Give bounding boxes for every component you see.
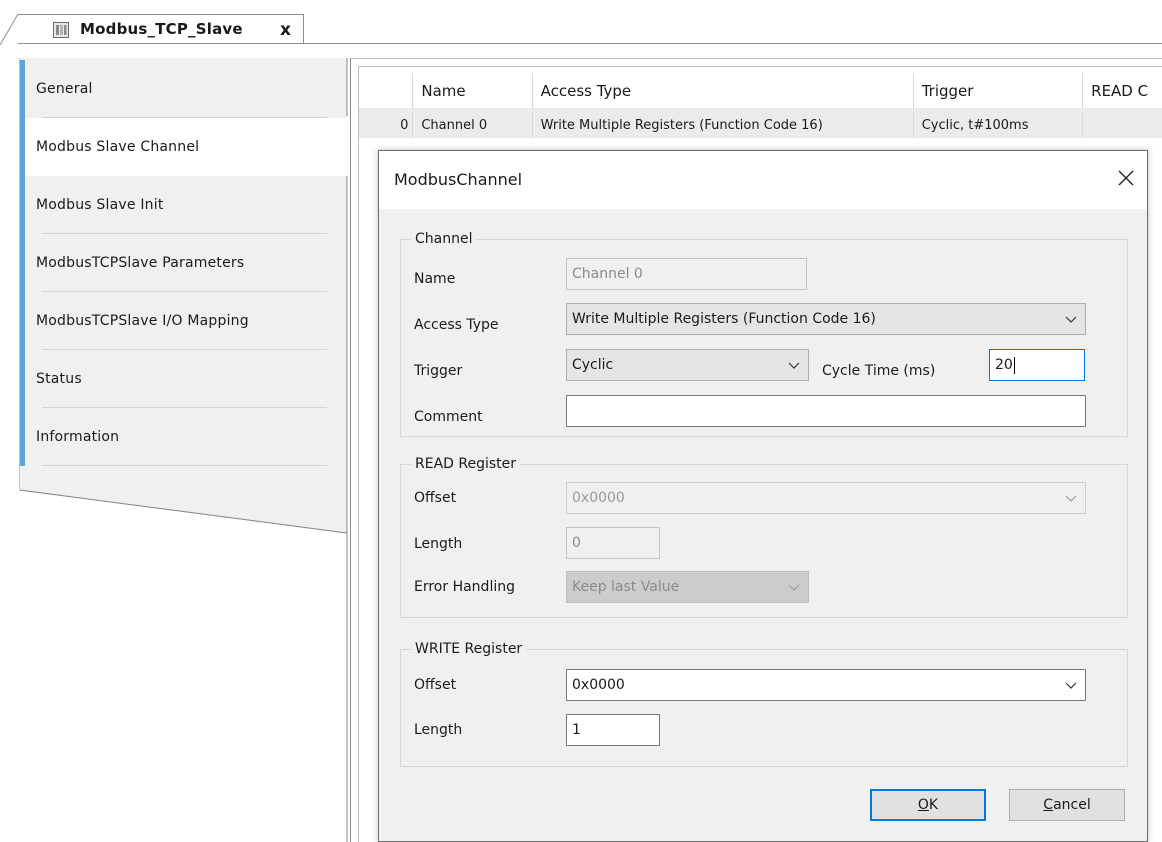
name-label: Name [414,271,456,287]
channel-name-field: Channel 0 [566,258,807,290]
column-header-trigger[interactable]: Trigger [914,73,1084,109]
trigger-label: Trigger [414,363,463,379]
close-tab-icon[interactable]: x [280,20,291,40]
comment-label: Comment [414,409,483,425]
nav-item-tcp-slave-io-mapping[interactable]: ModbusTCPSlave I/O Mapping [20,292,347,350]
ok-button[interactable]: OK [870,789,986,821]
write-offset-select[interactable]: 0x0000 [566,669,1086,701]
trigger-value: Cyclic [572,357,614,373]
column-header-name[interactable]: Name [413,73,533,109]
read-length-label: Length [414,536,463,552]
nav-item-label: Information [36,429,120,445]
cancel-mnemonic: C [1043,797,1054,813]
read-length-field: 0 [566,527,660,559]
nav-accent [20,350,25,408]
column-header-index[interactable] [359,73,414,109]
ok-mnemonic: O [917,797,929,813]
config-nav: General Modbus Slave Channel Modbus Slav… [18,58,350,842]
error-handling-label: Error Handling [414,579,515,595]
modbus-channel-dialog: ModbusChannel Channel Name Channel 0 Acc… [378,150,1148,842]
nav-item-information[interactable]: Information [20,408,347,466]
read-register-group: READ Register Offset 0x0000 Length 0 Err… [400,454,1128,618]
nav-item-modbus-slave-init[interactable]: Modbus Slave Init [20,176,347,234]
nav-item-status[interactable]: Status [20,350,347,408]
nav-separator [42,465,327,466]
editor-tab[interactable]: Modbus_TCP_Slave x [18,14,304,44]
table-row[interactable]: 0 Channel 0 Write Multiple Registers (Fu… [359,112,1162,138]
access-type-select[interactable]: Write Multiple Registers (Function Code … [566,303,1086,335]
row-trigger: Cyclic, t#100ms [914,112,1084,138]
nav-item-modbus-slave-channel[interactable]: Modbus Slave Channel [20,118,350,176]
read-offset-label: Offset [414,490,457,506]
read-register-group-title: READ Register [411,454,521,474]
nav-item-label: General [36,81,93,97]
write-register-group-title: WRITE Register [411,639,527,659]
nav-accent [20,234,25,292]
write-offset-label: Offset [414,677,457,693]
cancel-label-rest: ancel [1053,797,1091,813]
tab-strip-divider [18,43,1162,44]
chevron-down-icon [1065,495,1077,502]
nav-item-label: ModbusTCPSlave I/O Mapping [36,313,249,329]
nav-accent [20,408,25,466]
nav-item-label: Modbus Slave Channel [36,139,200,155]
device-icon [53,22,69,38]
column-header-access-type[interactable]: Access Type [533,73,914,109]
chevron-down-icon [1065,316,1077,323]
trigger-select[interactable]: Cyclic [566,349,809,381]
access-type-value: Write Multiple Registers (Function Code … [572,311,876,327]
access-type-label: Access Type [414,317,499,333]
write-length-value: 1 [572,722,581,738]
grid-header-row: Name Access Type Trigger READ C [359,73,1162,109]
comment-input[interactable] [566,395,1086,427]
dialog-titlebar[interactable]: ModbusChannel [379,151,1147,209]
row-access-type: Write Multiple Registers (Function Code … [533,112,914,138]
channel-name-value: Channel 0 [572,266,643,282]
cycle-time-input[interactable]: 20 [989,349,1085,381]
nav-accent [20,176,25,234]
column-header-read-offset[interactable]: READ C [1083,73,1162,109]
row-index: 0 [359,112,414,138]
cycle-time-value: 20 [995,357,1013,373]
dialog-title: ModbusChannel [394,170,523,189]
ok-label-rest: K [928,797,939,813]
chevron-down-icon [1065,682,1077,689]
chevron-down-icon [788,362,800,369]
read-length-value: 0 [572,535,581,551]
editor-tab-strip: Modbus_TCP_Slave x [0,0,1162,45]
nav-accent [20,60,25,118]
nav-item-label: Modbus Slave Init [36,197,164,213]
cycle-time-label: Cycle Time (ms) [822,363,936,379]
channel-group: Channel Name Channel 0 Access Type Write… [400,229,1128,437]
nav-item-label: Status [36,371,82,387]
write-length-input[interactable]: 1 [566,714,660,746]
chevron-down-icon [788,584,800,591]
nav-item-general[interactable]: General [20,60,347,118]
read-offset-select: 0x0000 [566,482,1086,514]
error-handling-value: Keep last Value [572,579,680,595]
write-length-label: Length [414,722,463,738]
nav-item-tcp-slave-parameters[interactable]: ModbusTCPSlave Parameters [20,234,347,292]
cancel-button[interactable]: Cancel [1009,789,1125,821]
close-icon[interactable] [1115,167,1137,189]
row-name: Channel 0 [413,112,533,138]
text-caret [1013,356,1015,374]
read-offset-value: 0x0000 [572,490,625,506]
nav-item-label: ModbusTCPSlave Parameters [36,255,245,271]
write-offset-value: 0x0000 [572,677,625,693]
write-register-group: WRITE Register Offset 0x0000 Length 1 [400,639,1128,767]
nav-accent [20,292,25,350]
row-read-offset [1083,112,1162,138]
editor-tab-title: Modbus_TCP_Slave [80,20,243,38]
error-handling-select: Keep last Value [566,571,809,603]
channel-group-title: Channel [411,229,477,249]
nav-accent [20,118,25,176]
